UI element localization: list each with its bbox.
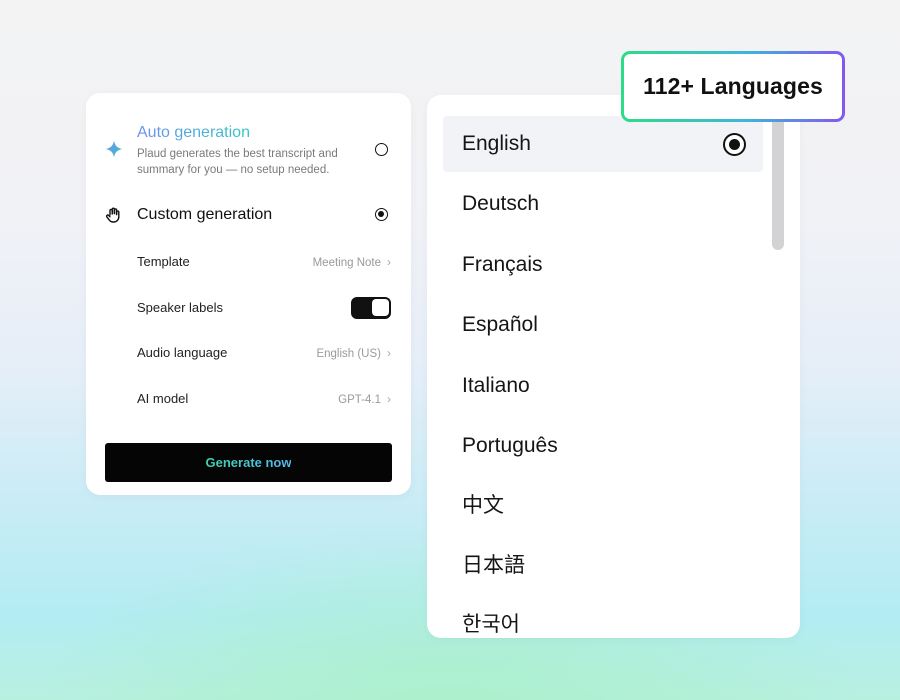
chevron-right-icon: › xyxy=(387,255,391,269)
language-label: Português xyxy=(462,434,558,457)
custom-generation-option[interactable]: Custom generation xyxy=(86,203,411,227)
language-item-japanese[interactable]: 日本語 xyxy=(443,538,763,594)
custom-generation-radio[interactable] xyxy=(375,208,388,221)
auto-generation-description: Plaud generates the best transcript and … xyxy=(137,148,338,176)
language-item-chinese[interactable]: 中文 xyxy=(443,478,763,534)
language-item-espanol[interactable]: Español xyxy=(443,297,763,353)
template-row[interactable]: Template Meeting Note › xyxy=(137,252,391,272)
speaker-labels-label: Speaker labels xyxy=(137,300,223,315)
language-item-korean[interactable]: 한국어 xyxy=(443,597,763,638)
auto-generation-option[interactable]: Auto generation Plaud generates the best… xyxy=(86,123,411,183)
generate-now-label: Generate now xyxy=(205,455,292,470)
language-item-italiano[interactable]: Italiano xyxy=(443,358,763,414)
ai-model-label: AI model xyxy=(137,391,189,406)
language-label: Deutsch xyxy=(462,192,540,215)
language-selected-radio[interactable] xyxy=(723,133,746,156)
ai-model-value: GPT-4.1 › xyxy=(338,389,391,410)
generation-settings-card: Auto generation Plaud generates the best… xyxy=(86,93,411,495)
scrollbar-thumb[interactable] xyxy=(772,107,784,250)
badge-inner: 112+ Languages xyxy=(624,54,842,119)
chevron-right-icon: › xyxy=(387,346,391,360)
language-label: 한국어 xyxy=(462,613,520,636)
language-label: 中文 xyxy=(462,494,504,517)
sparkle-icon xyxy=(105,140,123,158)
template-value: Meeting Note › xyxy=(313,252,391,273)
speaker-labels-toggle[interactable] xyxy=(351,297,391,319)
language-label: Italiano xyxy=(462,374,530,397)
generate-now-button[interactable]: Generate now xyxy=(105,443,392,482)
language-item-english[interactable]: English xyxy=(443,116,763,172)
hand-icon xyxy=(105,206,123,224)
language-label: 日本語 xyxy=(462,554,525,577)
language-item-francais[interactable]: Français xyxy=(443,237,763,293)
languages-count-badge: 112+ Languages xyxy=(621,51,845,122)
language-item-portugues[interactable]: Português xyxy=(443,418,763,474)
ai-model-row[interactable]: AI model GPT-4.1 › xyxy=(137,389,391,409)
language-label: Español xyxy=(462,313,538,336)
language-item-deutsch[interactable]: Deutsch xyxy=(443,176,763,232)
language-label: English xyxy=(462,132,531,155)
toggle-knob xyxy=(372,299,389,316)
audio-language-value: English (US) › xyxy=(316,343,391,364)
audio-language-label: Audio language xyxy=(137,345,228,360)
badge-text: 112+ Languages xyxy=(643,73,823,99)
speaker-labels-row: Speaker labels xyxy=(137,297,391,319)
template-label: Template xyxy=(137,254,190,269)
audio-language-row[interactable]: Audio language English (US) › xyxy=(137,343,391,363)
language-label: Français xyxy=(462,253,543,276)
auto-generation-radio[interactable] xyxy=(375,143,388,156)
language-list-card: English Deutsch Français Español Italian… xyxy=(427,95,800,638)
custom-generation-title: Custom generation xyxy=(137,206,273,223)
auto-generation-title: Auto generation xyxy=(137,124,250,141)
chevron-right-icon: › xyxy=(387,392,391,406)
